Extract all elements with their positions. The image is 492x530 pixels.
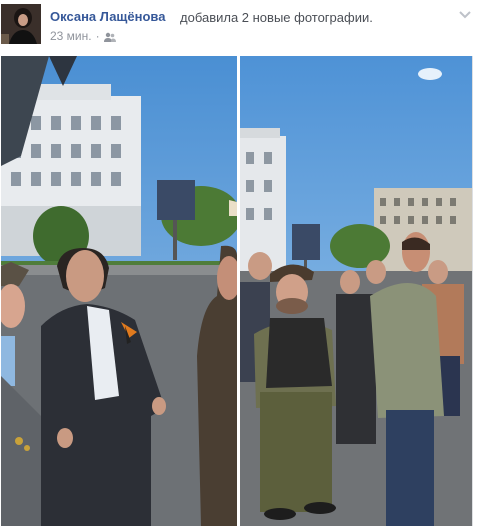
friends-icon[interactable] — [103, 31, 116, 42]
post-timestamp[interactable]: 23 мин. — [50, 29, 92, 43]
author-avatar[interactable] — [1, 4, 41, 44]
post-header: Оксана Лащёнова добавила 2 новые фотогра… — [0, 0, 492, 56]
meta-separator: · — [95, 29, 100, 43]
photo-border — [472, 56, 473, 526]
chevron-down-icon[interactable] — [458, 7, 472, 19]
photo-left[interactable] — [1, 56, 237, 526]
photo-right[interactable] — [240, 56, 472, 526]
post-action-text: добавила 2 новые фотографии. — [180, 10, 373, 25]
post-meta: 23 мин. · — [50, 29, 116, 43]
photo-grid — [1, 56, 472, 526]
author-name-link[interactable]: Оксана Лащёнова — [50, 9, 165, 24]
